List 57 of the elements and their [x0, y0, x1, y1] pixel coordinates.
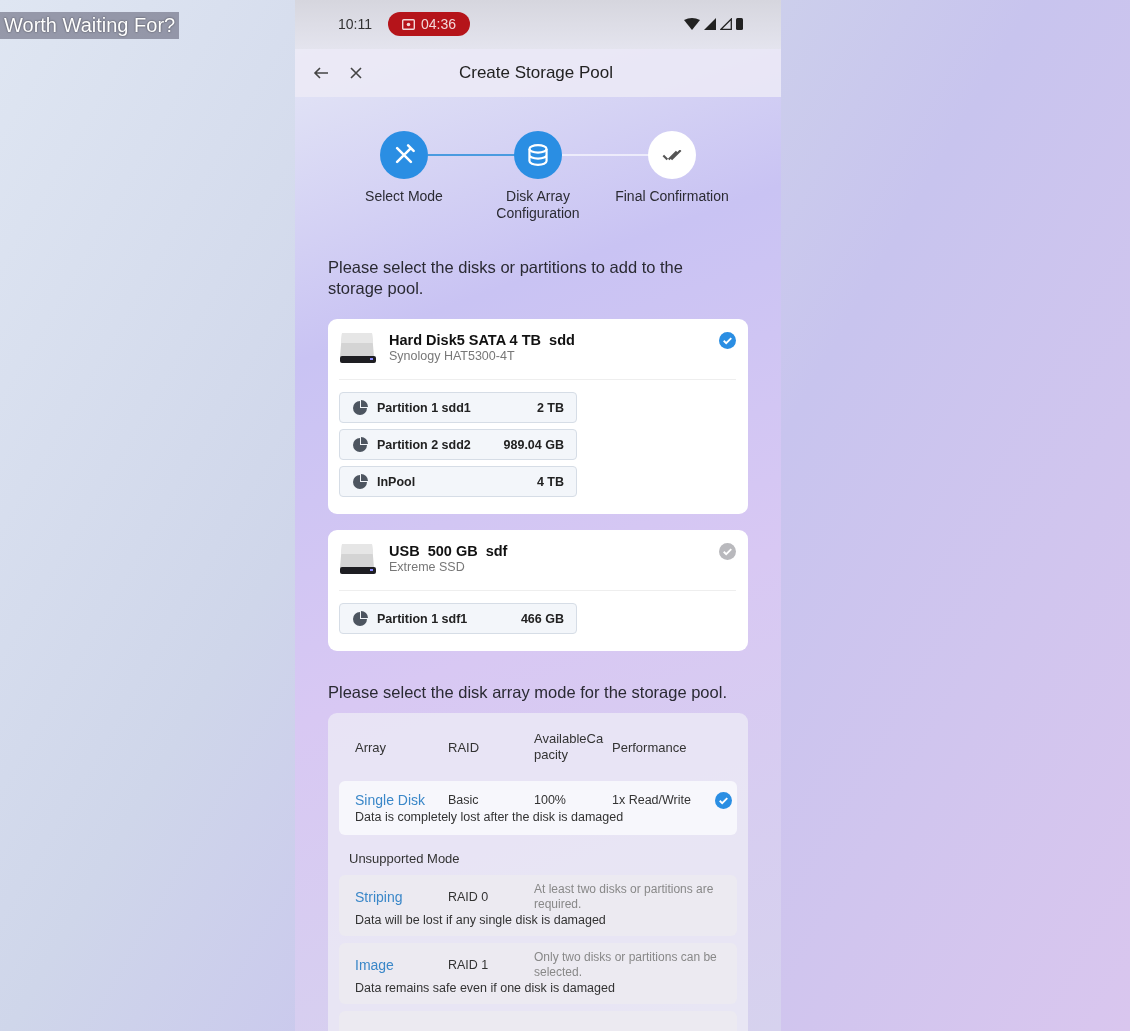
close-icon: [349, 65, 363, 80]
unchecked-circle-icon[interactable]: [719, 543, 736, 560]
step-icon: [393, 144, 415, 166]
page-title: Create Storage Pool: [457, 62, 614, 83]
partition-chip[interactable]: InPool 4 TB: [339, 466, 577, 497]
signal-icon: [704, 18, 716, 31]
recording-timer: 04:36: [388, 12, 471, 37]
pie-chart-icon: [352, 436, 368, 453]
disk-name: USB 500 GB sdf: [389, 543, 509, 559]
step-label: Disk Array Configuration: [495, 188, 581, 222]
capacity-value: 100%: [534, 792, 567, 808]
hard-drive-icon: [339, 543, 377, 575]
mode-description: Data remains safe even if one disk is damaged: [354, 981, 616, 995]
mode-description: Data is completely lost after the disk is damaged: [354, 810, 625, 824]
raid-level: RAID 1: [448, 958, 490, 972]
column-header: Performance: [612, 739, 688, 755]
battery-icon: [736, 18, 743, 31]
requirement-note: At least two disks or partitions are required.: [534, 882, 715, 912]
checked-circle-icon[interactable]: [715, 792, 732, 809]
raid-level: Basic: [448, 792, 480, 808]
mode-name: Image: [355, 957, 395, 973]
section-label: Unsupported Mode: [348, 850, 461, 868]
pie-chart-icon: [352, 610, 368, 627]
partition-chip[interactable]: Partition 1 sdf1 466 GB: [339, 603, 577, 634]
instruction-text: Please select the disk array mode for the storage pool.: [328, 682, 728, 703]
array-mode-row[interactable]: Single Disk Basic 100% 1x Read/Write Data is completely lost after the disk is damaged: [339, 781, 737, 835]
step-icon: [527, 144, 549, 166]
signal-icon: [720, 18, 732, 31]
status-time: 10:11: [338, 16, 372, 33]
mode-name: Striping: [355, 889, 404, 905]
hard-drive-icon: [339, 332, 377, 364]
disk-card[interactable]: Hard Disk5 SATA 4 TB sdd Synology HAT5300-4T Partition 1 sdd1 2 TB Partition 2 sdd2 989.04 GB InPool 4 TB: [328, 319, 748, 514]
disk-name: Hard Disk5 SATA 4 TB sdd: [389, 332, 576, 348]
step-label: Final Confirmation: [614, 188, 730, 205]
disk-model: Synology HAT5300-4T: [389, 349, 516, 363]
raid-level: RAID 0: [448, 890, 490, 904]
wifi-icon: [684, 18, 700, 31]
performance-value: 1x Read/Write: [612, 792, 692, 808]
pie-chart-icon: [352, 399, 368, 416]
disk-model: Extreme SSD: [389, 560, 466, 574]
checked-circle-icon[interactable]: [719, 332, 736, 349]
back-arrow-icon: [313, 64, 329, 81]
column-header: RAID: [448, 739, 481, 755]
step-label: Select Mode: [364, 188, 444, 205]
requirement-note: Only two disks or partitions can be selected.: [534, 950, 718, 980]
mode-name: Single Disk: [355, 792, 427, 808]
screen-record-icon: [402, 18, 415, 30]
disk-card[interactable]: USB 500 GB sdf Extreme SSD Partition 1 sdf1 466 GB: [328, 530, 748, 651]
partition-chip[interactable]: Partition 2 sdd2 989.04 GB: [339, 429, 577, 460]
pie-chart-icon: [352, 473, 368, 490]
mode-description: Data will be lost if any single disk is damaged: [354, 913, 607, 927]
instruction-text: Please select the disks or partitions to add to the storage pool.: [328, 257, 684, 299]
column-header: Array: [355, 739, 388, 755]
video-title: Worth Waiting For?: [0, 12, 180, 39]
step-icon: [662, 149, 682, 161]
column-header: AvailableCapacity: [534, 731, 605, 763]
partition-chip[interactable]: Partition 1 sdd1 2 TB: [339, 392, 577, 423]
